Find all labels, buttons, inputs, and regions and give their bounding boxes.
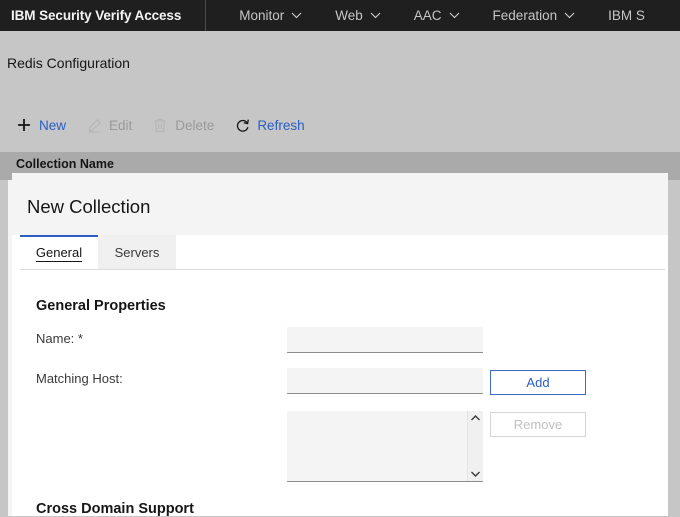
tab-servers[interactable]: Servers bbox=[98, 235, 176, 269]
nav-item-monitor[interactable]: Monitor bbox=[239, 0, 302, 31]
edit-button: Edit bbox=[86, 108, 132, 142]
pencil-icon bbox=[86, 117, 102, 133]
nav-item-label: AAC bbox=[414, 8, 442, 23]
chevron-down-icon bbox=[370, 12, 381, 19]
plus-icon bbox=[16, 117, 32, 133]
name-input[interactable] bbox=[287, 327, 483, 353]
edit-button-label: Edit bbox=[109, 118, 132, 133]
page-title: Redis Configuration bbox=[7, 55, 130, 71]
list-scrollbar[interactable] bbox=[467, 411, 483, 481]
section-heading-general-properties: General Properties bbox=[36, 298, 166, 314]
nav-item-web[interactable]: Web bbox=[335, 0, 381, 31]
section-heading-cross-domain-support: Cross Domain Support bbox=[36, 501, 194, 517]
nav-item-label: Federation bbox=[493, 8, 558, 23]
refresh-button[interactable]: Refresh bbox=[234, 108, 304, 142]
nav-item-federation[interactable]: Federation bbox=[493, 0, 576, 31]
nav-item-label: IBM S bbox=[608, 8, 645, 23]
nav-item-ibm-security[interactable]: IBM S bbox=[608, 0, 645, 31]
matching-host-field-label: Matching Host: bbox=[36, 371, 123, 386]
chevron-down-icon bbox=[291, 12, 302, 19]
action-toolbar: New Edit Delete Refresh bbox=[0, 108, 680, 142]
dialog-title: New Collection bbox=[27, 196, 150, 218]
refresh-icon bbox=[234, 117, 250, 133]
delete-button-label: Delete bbox=[175, 118, 214, 133]
top-navigation-bar: IBM Security Verify Access Monitor Web A… bbox=[0, 0, 680, 31]
dialog-header: New Collection bbox=[12, 173, 668, 235]
tab-general-label: General bbox=[36, 245, 82, 262]
column-header-collection-name: Collection Name bbox=[16, 157, 114, 171]
remove-button: Remove bbox=[490, 412, 586, 437]
nav-item-aac[interactable]: AAC bbox=[414, 0, 460, 31]
name-field-label: Name: * bbox=[36, 331, 83, 346]
chevron-up-icon[interactable] bbox=[470, 414, 481, 422]
tab-general[interactable]: General bbox=[20, 235, 98, 269]
chevron-down-icon[interactable] bbox=[470, 470, 481, 478]
matching-host-input[interactable] bbox=[287, 368, 483, 394]
chevron-down-icon bbox=[564, 12, 575, 19]
add-button[interactable]: Add bbox=[490, 370, 586, 395]
tab-divider bbox=[20, 269, 665, 270]
delete-button: Delete bbox=[152, 108, 214, 142]
tab-servers-label: Servers bbox=[115, 245, 160, 260]
trash-icon bbox=[152, 117, 168, 133]
nav-item-label: Monitor bbox=[239, 8, 284, 23]
chevron-down-icon bbox=[449, 12, 460, 19]
remove-button-label: Remove bbox=[514, 417, 562, 432]
app-brand-title: IBM Security Verify Access bbox=[0, 8, 181, 23]
nav-menu: Monitor Web AAC Federation IBM S bbox=[206, 0, 645, 31]
new-button[interactable]: New bbox=[16, 108, 66, 142]
nav-item-label: Web bbox=[335, 8, 363, 23]
add-button-label: Add bbox=[526, 375, 549, 390]
matching-host-list-content bbox=[287, 411, 467, 481]
refresh-button-label: Refresh bbox=[257, 118, 304, 133]
matching-host-list[interactable] bbox=[287, 411, 483, 482]
new-button-label: New bbox=[39, 118, 66, 133]
dialog-tab-bar: General Servers bbox=[12, 235, 668, 269]
